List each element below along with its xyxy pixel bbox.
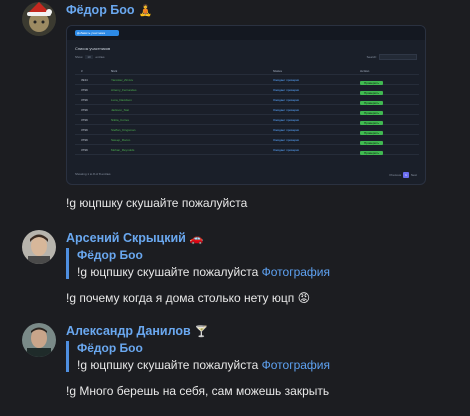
show-value: 10 [85,55,93,59]
row-id: 3799 [81,118,88,122]
screenshot-show-entries: Show 10 entries [75,55,105,59]
message-text: !g Много берешь на себя, сам можешь закр… [66,384,330,398]
author-label[interactable]: Арсений Скрыцкий [66,231,186,245]
quote-body: !g юцпшку скушайте пожалуйста [77,358,259,372]
row-status: Ожидает проверки [273,108,300,112]
table-row: 3799 Sweep_Rocco Ожидает проверки Провер… [75,135,419,145]
table-row: 3799 Jackson_Stat Ожидает проверки Прове… [75,105,419,115]
quote-text: !g юцпшку скушайте пожалуйста Фотография [77,265,330,279]
avatar[interactable] [22,323,56,357]
car-emoji-icon: 🚗 [189,233,204,245]
author-label[interactable]: Александр Данилов [66,324,191,338]
avatar[interactable] [22,2,56,36]
row-nick: Steffan_Kingsman [111,128,136,132]
screenshot-search: Search: [367,54,417,60]
screenshot-topbar: Добавить участника [67,26,425,40]
row-status: Ожидает проверки [273,128,300,132]
row-status: Ожидает проверки [273,98,300,102]
author-label[interactable]: Фёдор Боо [66,3,135,17]
row-id: 3944 [81,78,88,82]
cocktail-emoji-icon: 🍸 [194,326,209,338]
row-nick: Luna_Davidson [111,98,132,102]
table-row: 3799 Nikita_Cortes Ожидает проверки Пров… [75,115,419,125]
row-nick: Sweep_Rocco [111,138,131,142]
row-status: Ожидает проверки [273,88,300,92]
quote-photo-link[interactable]: Фотография [262,358,330,372]
header-action: Action [360,69,370,73]
row-id: 3799 [81,148,88,152]
header-status: Status [273,69,283,73]
row-status: Ожидает проверки [273,118,300,122]
row-id: 3799 [81,138,88,142]
row-action: Проверить [360,151,384,155]
row-status: Ожидает проверки [273,148,300,152]
show-label: Show [75,55,83,59]
reply-quote[interactable]: Фёдор Боо !g юцпшку скушайте пожалуйста … [66,341,330,372]
header-id: # [81,69,83,73]
message-arseniy: Арсений Скрыцкий 🚗 Фёдор Боо !g юцпшку ск… [0,225,470,315]
table-row: 3799 Artemy_Fernandes Ожидает проверки П… [75,85,419,95]
reply-quote[interactable]: Фёдор Боо !g юцпшку скушайте пожалуйста … [66,248,330,279]
entries-label: entries [95,55,105,59]
screenshot-pager: Previous 1 Next [389,172,417,178]
row-id: 3799 [81,128,88,132]
message-body: !g почему когда я дома столько нету юцп [66,291,295,305]
table-row: 3799 Mohan_Reynolds Ожидает проверки Про… [75,145,419,155]
message-alexander: Александр Данилов 🍸 Фёдор Боо !g юцпшку с… [0,318,470,408]
row-nick: Mohan_Reynolds [111,148,135,152]
search-label: Search: [366,54,377,59]
quote-photo-link[interactable]: Фотография [262,265,330,279]
screenshot-add-button: Добавить участника [75,30,119,36]
meditation-emoji-icon: 🧘 [138,5,153,17]
angry-emoji-icon: 😡 [297,291,311,305]
attached-screenshot[interactable]: Добавить участника Список участников Sho… [66,25,426,185]
author-name[interactable]: Арсений Скрыцкий 🚗 [66,231,204,245]
row-id: 3799 [81,88,88,92]
table-row: 3799 Luna_Davidson Ожидает проверки Пров… [75,95,419,105]
row-nick: Nikita_Cortes [111,118,130,122]
author-name[interactable]: Александр Данилов 🍸 [66,324,208,338]
avatar[interactable] [22,230,56,264]
quote-author: Фёдор Боо [77,341,143,355]
row-id: 3799 [81,98,88,102]
row-nick: Yaroslav_Zin1ov [111,78,134,82]
table-row: 3799 Steffan_Kingsman Ожидает проверки П… [75,125,419,135]
screenshot-table: # Nick Status Action 3944 Yaroslav_Zin1o… [75,66,419,155]
row-id: 3799 [81,108,88,112]
screenshot-title: Список участников [75,46,111,51]
row-nick: Jackson_Stat [111,108,130,112]
row-status: Ожидает проверки [273,138,300,142]
search-box [379,54,417,60]
table-row: 3944 Yaroslav_Zin1ov Ожидает проверки Пр… [75,75,419,85]
pager-prev: Previous [389,173,402,177]
message-text: !g почему когда я дома столько нету юцп … [66,291,310,305]
row-status: Ожидает проверки [273,78,300,82]
quote-text: !g юцпшку скушайте пожалуйста Фотография [77,358,330,372]
quote-author: Фёдор Боо [77,248,143,262]
message-text: !g юцпшку скушайте пожалуйста [66,196,248,210]
row-nick: Artemy_Fernandes [111,88,137,92]
quote-body: !g юцпшку скушайте пожалуйста [77,265,259,279]
pager-next: Next [410,173,417,177]
table-header: # Nick Status Action [75,66,419,75]
pager-current: 1 [403,172,409,178]
header-nick: Nick [111,69,118,73]
author-name[interactable]: Фёдор Боо 🧘 [66,3,152,17]
screenshot-footer: Showing 1 to 8 of 8 entries [75,172,111,176]
message-fedor: Фёдор Боо 🧘 Добавить участника Список уча… [0,0,470,215]
